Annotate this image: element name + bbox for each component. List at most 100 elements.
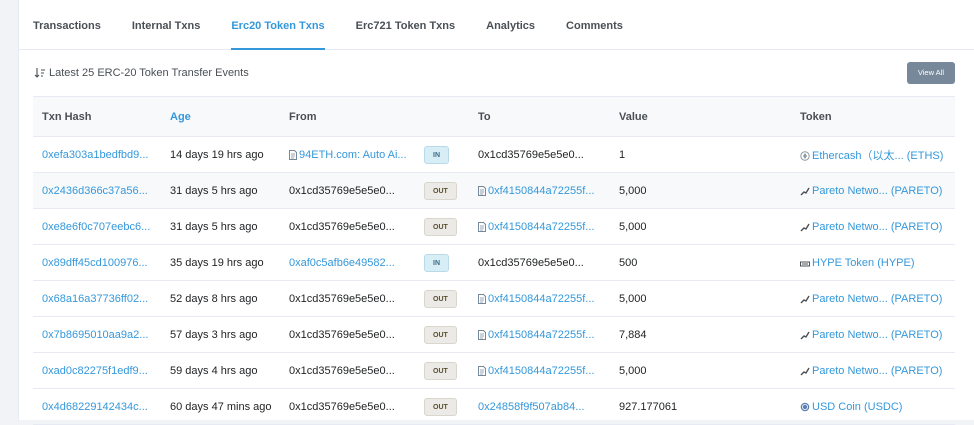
token-link[interactable]: Pareto Netwo... (PARETO) — [812, 221, 942, 233]
tab-comments[interactable]: Comments — [566, 0, 623, 50]
tab-erc20-token-txns[interactable]: Erc20 Token Txns — [231, 0, 326, 50]
from-address-link[interactable]: 0xaf0c5afb6e49582... — [289, 257, 395, 269]
txn-hash-link[interactable]: 0xad0c82275f1edf9... — [42, 365, 148, 377]
from-address-text: 0x1cd35769e5e5e0... — [289, 292, 395, 305]
col-from: From — [280, 96, 422, 137]
age-text: 31 days 5 hrs ago — [170, 220, 258, 233]
col-direction — [422, 96, 469, 137]
token-transfers-card: Transactions Internal Txns Erc20 Token T… — [18, 0, 974, 425]
value-text: 1 — [619, 148, 626, 161]
summary: Latest 25 ERC-20 Token Transfer Events — [34, 67, 249, 79]
table-row: 0x7b8695010aa9a2... 57 days 3 hrs ago 0x… — [33, 317, 955, 353]
contract-file-icon — [478, 293, 486, 304]
usdc-token-icon — [800, 402, 810, 412]
direction-badge-out: OUT — [424, 397, 457, 416]
token-link[interactable]: Pareto Netwo... (PARETO) — [812, 185, 942, 197]
tab-bar: Transactions Internal Txns Erc20 Token T… — [19, 0, 974, 50]
token-link[interactable]: Pareto Netwo... (PARETO) — [812, 365, 942, 377]
table-row: 0x4d68229142434c... 60 days 47 mins ago … — [33, 389, 955, 425]
col-to: To — [469, 96, 610, 137]
to-address-link[interactable]: 0xf4150844a72255f... — [488, 365, 594, 377]
pareto-token-icon — [800, 186, 810, 196]
token-transfers-table: Txn Hash Age From To Value Token 0xefa30… — [33, 96, 955, 425]
to-address-text: 0x1cd35769e5e5e0... — [478, 256, 584, 269]
age-text: 31 days 5 hrs ago — [170, 184, 258, 197]
from-address-link[interactable]: 94ETH.com: Auto Ai... — [299, 149, 407, 161]
table-row: 0x68a16a37736ff02... 52 days 8 hrs ago 0… — [33, 281, 955, 317]
contract-file-icon — [478, 185, 486, 196]
ethercash-token-icon — [800, 150, 810, 161]
from-address-text: 0x1cd35769e5e5e0... — [289, 364, 395, 377]
table-row: 0xefa303a1bedfbd9... 14 days 19 hrs ago … — [33, 137, 955, 173]
from-address-text: 0x1cd35769e5e5e0... — [289, 400, 395, 413]
token-link[interactable]: USD Coin (USDC) — [812, 401, 902, 413]
age-text: 59 days 4 hrs ago — [170, 364, 258, 377]
from-address-text: 0x1cd35769e5e5e0... — [289, 328, 395, 341]
direction-badge-out: OUT — [424, 361, 457, 380]
table-subheader: Latest 25 ERC-20 Token Transfer Events V… — [19, 50, 974, 96]
to-address-link[interactable]: 0x24858f9f507ab84... — [478, 401, 584, 413]
sort-desc-icon — [34, 67, 46, 79]
direction-badge-out: OUT — [424, 181, 457, 200]
direction-badge-in: IN — [424, 145, 449, 164]
age-text: 60 days 47 mins ago — [170, 400, 272, 413]
txn-hash-link[interactable]: 0x89dff45cd100976... — [42, 257, 148, 269]
value-text: 5,000 — [619, 364, 647, 377]
token-link[interactable]: Ethercash（以太... (ETHS) — [812, 150, 943, 162]
token-link[interactable]: Pareto Netwo... (PARETO) — [812, 293, 942, 305]
table-header-row: Txn Hash Age From To Value Token — [33, 96, 955, 137]
txn-hash-link[interactable]: 0x7b8695010aa9a2... — [42, 329, 148, 341]
value-text: 500 — [619, 256, 638, 269]
value-text: 927.177061 — [619, 400, 678, 413]
direction-badge-in: IN — [424, 253, 449, 272]
table-row: 0xe8e6f0c707eebc6... 31 days 5 hrs ago 0… — [33, 209, 955, 245]
hype-token-icon — [800, 260, 810, 268]
value-text: 5,000 — [619, 292, 647, 305]
pareto-token-icon — [800, 366, 810, 376]
value-text: 5,000 — [619, 220, 647, 233]
tab-erc721-token-txns[interactable]: Erc721 Token Txns — [356, 0, 455, 50]
from-address-text: 0x1cd35769e5e5e0... — [289, 220, 395, 233]
contract-file-icon — [478, 221, 486, 232]
pareto-token-icon — [800, 330, 810, 340]
col-age[interactable]: Age — [161, 96, 280, 137]
contract-file-icon — [289, 149, 297, 160]
direction-badge-out: OUT — [424, 289, 457, 308]
from-address-text: 0x1cd35769e5e5e0... — [289, 184, 395, 197]
txn-hash-link[interactable]: 0x68a16a37736ff02... — [42, 293, 148, 305]
to-address-link[interactable]: 0xf4150844a72255f... — [488, 329, 594, 341]
view-all-button[interactable]: View All — [906, 62, 955, 84]
pareto-token-icon — [800, 222, 810, 232]
value-text: 7,884 — [619, 328, 647, 341]
col-value: Value — [610, 96, 791, 137]
col-token: Token — [791, 96, 955, 137]
summary-text: Latest 25 ERC-20 Token Transfer Events — [49, 67, 249, 79]
table-row: 0xad0c82275f1edf9... 59 days 4 hrs ago 0… — [33, 353, 955, 389]
tab-internal-txns[interactable]: Internal Txns — [132, 0, 200, 50]
table-row: 0x89dff45cd100976... 35 days 19 hrs ago … — [33, 245, 955, 281]
tab-transactions[interactable]: Transactions — [33, 0, 101, 50]
txn-hash-link[interactable]: 0x4d68229142434c... — [42, 401, 148, 413]
to-address-link[interactable]: 0xf4150844a72255f... — [488, 185, 594, 197]
tab-analytics[interactable]: Analytics — [486, 0, 535, 50]
age-text: 35 days 19 hrs ago — [170, 256, 264, 269]
age-text: 14 days 19 hrs ago — [170, 148, 264, 161]
txn-hash-link[interactable]: 0x2436d366c37a56... — [42, 185, 148, 197]
value-text: 5,000 — [619, 184, 647, 197]
to-address-link[interactable]: 0xf4150844a72255f... — [488, 293, 594, 305]
col-txn-hash: Txn Hash — [33, 96, 161, 137]
to-address-link[interactable]: 0xf4150844a72255f... — [488, 221, 594, 233]
age-text: 52 days 8 hrs ago — [170, 292, 258, 305]
to-address-text: 0x1cd35769e5e5e0... — [478, 148, 584, 161]
contract-file-icon — [478, 329, 486, 340]
direction-badge-out: OUT — [424, 325, 457, 344]
pareto-token-icon — [800, 294, 810, 304]
contract-file-icon — [478, 365, 486, 376]
table-row: 0x2436d366c37a56... 31 days 5 hrs ago 0x… — [33, 172, 955, 209]
txn-hash-link[interactable]: 0xefa303a1bedfbd9... — [42, 149, 148, 161]
txn-hash-link[interactable]: 0xe8e6f0c707eebc6... — [42, 221, 150, 233]
direction-badge-out: OUT — [424, 217, 457, 236]
token-link[interactable]: Pareto Netwo... (PARETO) — [812, 329, 942, 341]
token-link[interactable]: HYPE Token (HYPE) — [812, 257, 915, 269]
age-text: 57 days 3 hrs ago — [170, 328, 258, 341]
